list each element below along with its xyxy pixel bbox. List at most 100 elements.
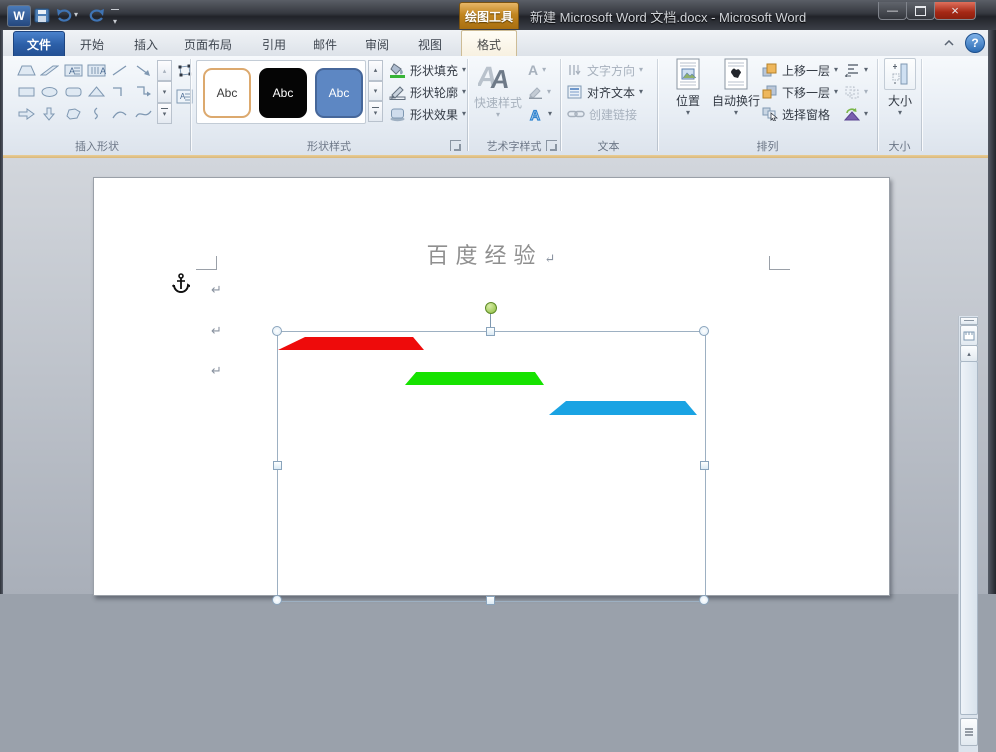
shape-style-more[interactable]: ▾ <box>368 101 383 123</box>
scroll-up-button[interactable]: ▴ <box>960 345 978 362</box>
align-text-button[interactable]: 对齐文本 ▾ <box>567 83 643 101</box>
shape-curve-icon[interactable] <box>132 103 155 124</box>
create-link-button[interactable]: 创建链接 <box>567 105 637 123</box>
position-button[interactable]: 位置 ▾ <box>668 58 708 117</box>
tab-insert[interactable]: 插入 <box>124 33 168 56</box>
shape-rounded-rectangle-icon[interactable] <box>62 81 85 102</box>
close-button[interactable]: × <box>934 2 976 20</box>
shape-style-preset-3[interactable]: Abc <box>315 68 363 118</box>
quick-styles-button[interactable]: A A 快速样式 ▾ <box>474 58 522 119</box>
shape-styles-dialog-launcher[interactable] <box>450 140 461 151</box>
shape-gallery-scroll-down[interactable]: ▾ <box>157 81 172 103</box>
tab-file[interactable]: 文件 <box>13 31 65 58</box>
shape-effects-button[interactable]: 形状效果 ▾ <box>389 105 466 123</box>
shape-vertical-text-box-icon[interactable]: A <box>85 60 108 81</box>
shape-down-arrow-icon[interactable] <box>38 103 61 124</box>
document-page[interactable]: 百度经验 ↵ ↵ ↵ ↵ <box>93 177 890 605</box>
green-trapezoid-shape[interactable] <box>405 372 544 385</box>
rotate-objects-button[interactable]: ▾ <box>844 105 868 123</box>
minimize-button[interactable]: — <box>878 2 907 20</box>
shape-style-scroll-down[interactable]: ▾ <box>368 80 383 102</box>
browse-object-button[interactable] <box>960 718 978 746</box>
shape-gallery-more[interactable]: ▾ <box>157 102 172 124</box>
help-button[interactable]: ? <box>965 33 985 53</box>
maximize-button[interactable] <box>906 2 935 20</box>
window-border-right <box>988 30 996 594</box>
resize-handle-top-left[interactable] <box>272 326 282 336</box>
shape-gallery-scroll-up[interactable]: ▴ <box>157 60 172 82</box>
wrap-text-button[interactable]: 自动换行 ▾ <box>710 58 762 117</box>
shape-arc-icon[interactable] <box>108 103 131 124</box>
wordart-dialog-launcher[interactable] <box>546 140 557 151</box>
tab-review[interactable]: 审阅 <box>355 33 399 56</box>
resize-handle-right[interactable] <box>700 461 709 470</box>
shape-style-scroll-up[interactable]: ▴ <box>368 60 383 81</box>
shape-outline-icon <box>389 85 406 100</box>
text-effects-button[interactable]: A ▾ <box>528 105 552 123</box>
bring-forward-button[interactable]: 上移一层 ▾ <box>762 61 838 79</box>
shape-rectangle-icon[interactable] <box>15 81 38 102</box>
shape-arrow-icon[interactable] <box>132 60 155 81</box>
svg-text:A: A <box>530 107 540 122</box>
rotation-handle[interactable] <box>485 302 497 314</box>
resize-handle-bottom-right[interactable] <box>699 595 709 605</box>
shape-style-preset-2[interactable]: Abc <box>259 68 307 118</box>
window-border-left <box>0 30 3 594</box>
text-effects-icon: A <box>529 107 540 122</box>
resize-handle-bottom-left[interactable] <box>272 595 282 605</box>
shape-outline-button[interactable]: 形状轮廓 ▾ <box>389 83 466 101</box>
shape-triangle-icon[interactable] <box>85 81 108 102</box>
drawing-canvas-selection[interactable] <box>277 331 706 602</box>
text-direction-button[interactable]: 文字方向 ▾ <box>567 61 643 79</box>
text-outline-button[interactable]: ▾ <box>528 83 551 101</box>
resize-handle-left[interactable] <box>273 461 282 470</box>
collapse-ribbon-icon[interactable] <box>941 36 957 50</box>
selection-pane-button[interactable]: 选择窗格 <box>762 105 830 123</box>
shape-fill-icon <box>390 62 405 78</box>
shape-scribble-icon[interactable] <box>85 103 108 124</box>
shape-line-icon[interactable] <box>108 60 131 81</box>
undo-dropdown-caret[interactable]: ▾ <box>74 11 78 19</box>
redo-icon[interactable] <box>86 5 106 25</box>
word-app-icon[interactable]: W <box>7 5 31 27</box>
shape-text-box-icon[interactable]: A <box>62 60 85 81</box>
drawing-tools-contextual-header: 绘图工具 <box>459 2 519 29</box>
shape-elbow-connector-icon[interactable] <box>108 81 131 102</box>
size-button[interactable]: 大小 ▾ <box>880 58 920 117</box>
vertical-scrollbar[interactable]: ▴ <box>958 316 978 752</box>
align-objects-button[interactable]: ▾ <box>844 61 868 79</box>
shape-freeform-icon[interactable] <box>62 103 85 124</box>
resize-handle-top[interactable] <box>486 327 495 336</box>
shape-oval-icon[interactable] <box>38 81 61 102</box>
tab-mailings[interactable]: 邮件 <box>303 33 347 56</box>
text-fill-button[interactable]: A ▾ <box>528 61 546 79</box>
document-title-text[interactable]: 百度经验 ↵ <box>381 238 601 270</box>
tab-home[interactable]: 开始 <box>70 33 114 56</box>
shape-style-preset-1[interactable]: Abc <box>203 68 251 118</box>
resize-handle-bottom[interactable] <box>486 596 495 605</box>
tab-view[interactable]: 视图 <box>408 33 452 56</box>
send-backward-button[interactable]: 下移一层 ▾ <box>762 83 838 101</box>
scrollbar-thumb[interactable] <box>960 361 978 715</box>
anchor-icon <box>172 273 190 295</box>
shape-right-arrow-icon[interactable] <box>15 103 38 124</box>
tab-format-active[interactable]: 格式 <box>461 30 517 57</box>
ruler-toggle-button[interactable] <box>960 325 978 346</box>
blue-trapezoid-shape[interactable] <box>549 401 697 415</box>
resize-handle-top-right[interactable] <box>699 326 709 336</box>
shape-parallelogram-icon[interactable] <box>38 60 61 81</box>
paragraph-mark: ↵ <box>211 282 222 297</box>
save-icon[interactable] <box>32 5 52 25</box>
undo-icon[interactable] <box>54 5 74 25</box>
text-outline-icon <box>529 86 542 99</box>
shape-trapezoid-icon[interactable] <box>15 60 38 81</box>
shape-fill-button[interactable]: 形状填充 ▾ <box>389 61 466 79</box>
tab-page-layout[interactable]: 页面布局 <box>174 33 242 56</box>
tab-references[interactable]: 引用 <box>252 33 296 56</box>
ribbon: A A ▴ ▾ ▾ A 插入形状 Abc Abc Abc ▴ ▾ ▾ 形状填充 … <box>0 56 996 156</box>
text-fill-icon: A <box>528 62 539 78</box>
qat-customize-icon[interactable]: ▾ <box>110 9 120 29</box>
split-handle[interactable] <box>960 317 978 325</box>
group-objects-button[interactable]: ▾ <box>844 83 868 101</box>
shape-elbow-arrow-connector-icon[interactable] <box>132 81 155 102</box>
